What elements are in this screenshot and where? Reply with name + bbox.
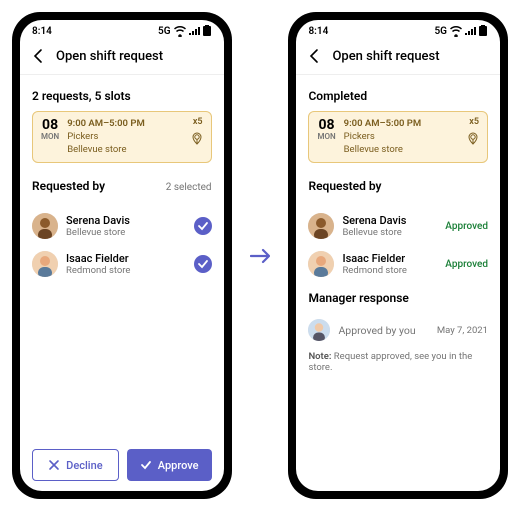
network-label: 5G xyxy=(434,26,447,37)
signal-icon xyxy=(189,27,200,36)
location-icon xyxy=(467,132,479,145)
requester-row: Isaac Fielder Redmond store Approved xyxy=(308,245,488,283)
signal-icon xyxy=(465,27,476,36)
requester-name: Isaac Fielder xyxy=(342,252,437,265)
home-indicator xyxy=(371,493,426,496)
clock: 8:14 xyxy=(32,26,52,37)
shift-day: 08 xyxy=(317,118,335,132)
clock: 8:14 xyxy=(308,26,328,37)
shift-store: Bellevue store xyxy=(67,144,145,157)
shift-store: Bellevue store xyxy=(344,144,422,157)
shift-role: Pickers xyxy=(344,131,422,144)
status-approved: Approved xyxy=(445,221,488,232)
avatar xyxy=(308,213,334,239)
shift-time: 9:00 AM–5:00 PM xyxy=(67,118,145,131)
shift-dow: MON xyxy=(317,132,335,141)
wifi-icon xyxy=(174,25,186,37)
shift-card[interactable]: 08 MON 9:00 AM–5:00 PM Pickers Bellevue … xyxy=(32,111,212,163)
shift-time: 9:00 AM–5:00 PM xyxy=(344,118,422,131)
manager-response-text: Approved by you xyxy=(338,324,428,337)
selected-check-icon[interactable] xyxy=(194,217,212,235)
avatar xyxy=(32,251,58,277)
content-area: 2 requests, 5 slots 08 MON 9:00 AM–5:00 … xyxy=(20,75,224,439)
summary-label: 2 requests, 5 slots xyxy=(32,89,212,103)
content-area: Completed 08 MON 9:00 AM–5:00 PM Pickers… xyxy=(296,75,500,491)
shift-multiplier: x5 xyxy=(193,117,203,127)
requester-name: Serena Davis xyxy=(342,214,437,227)
check-icon xyxy=(140,459,152,471)
battery-icon xyxy=(203,25,212,37)
location-icon xyxy=(191,132,203,145)
transition-arrow-icon xyxy=(250,247,271,265)
requested-by-label: Requested by xyxy=(308,179,381,193)
avatar xyxy=(308,319,330,341)
page-header: Open shift request xyxy=(20,42,224,75)
avatar xyxy=(308,251,334,277)
battery-icon xyxy=(479,25,488,37)
summary-label: Completed xyxy=(308,89,488,103)
requester-location: Bellevue store xyxy=(66,227,186,238)
network-label: 5G xyxy=(158,26,171,37)
wifi-icon xyxy=(450,25,462,37)
action-footer: Decline Approve xyxy=(20,439,224,491)
manager-response-row: Approved by you May 7, 2021 xyxy=(308,313,488,347)
requester-location: Bellevue store xyxy=(342,227,437,238)
manager-response-date: May 7, 2021 xyxy=(437,325,488,336)
requester-name: Serena Davis xyxy=(66,214,186,227)
phone-after: 8:14 5G Open shift request Completed 08 … xyxy=(288,12,508,499)
decline-button[interactable]: Decline xyxy=(32,449,119,481)
avatar xyxy=(32,213,58,239)
shift-day: 08 xyxy=(41,118,59,132)
requester-location: Redmond store xyxy=(66,265,186,276)
shift-multiplier: x5 xyxy=(469,117,479,127)
selected-count: 2 selected xyxy=(166,182,212,193)
close-icon xyxy=(48,459,60,471)
shift-role: Pickers xyxy=(67,131,145,144)
shift-card[interactable]: 08 MON 9:00 AM–5:00 PM Pickers Bellevue … xyxy=(308,111,488,163)
back-icon[interactable] xyxy=(32,48,46,64)
status-bar: 8:14 5G xyxy=(20,20,224,42)
requested-by-label: Requested by xyxy=(32,179,105,193)
back-icon[interactable] xyxy=(308,48,322,64)
shift-dow: MON xyxy=(41,132,59,141)
approve-button[interactable]: Approve xyxy=(127,449,212,481)
requester-location: Redmond store xyxy=(342,265,437,276)
manager-response-label: Manager response xyxy=(308,291,488,305)
home-indicator xyxy=(94,493,149,496)
status-approved: Approved xyxy=(445,259,488,270)
page-title: Open shift request xyxy=(56,49,163,64)
page-title: Open shift request xyxy=(332,49,439,64)
requester-name: Isaac Fielder xyxy=(66,252,186,265)
requester-row[interactable]: Isaac Fielder Redmond store xyxy=(32,245,212,283)
status-bar: 8:14 5G xyxy=(296,20,500,42)
requester-row: Serena Davis Bellevue store Approved xyxy=(308,207,488,245)
screen: 8:14 5G Open shift request Completed 08 … xyxy=(296,20,500,491)
selected-check-icon[interactable] xyxy=(194,255,212,273)
requester-row[interactable]: Serena Davis Bellevue store xyxy=(32,207,212,245)
phone-before: 8:14 5G Open shift request 2 requests, 5… xyxy=(12,12,232,499)
screen: 8:14 5G Open shift request 2 requests, 5… xyxy=(20,20,224,491)
page-header: Open shift request xyxy=(296,42,500,75)
manager-note: Note: Request approved, see you in the s… xyxy=(308,351,488,373)
